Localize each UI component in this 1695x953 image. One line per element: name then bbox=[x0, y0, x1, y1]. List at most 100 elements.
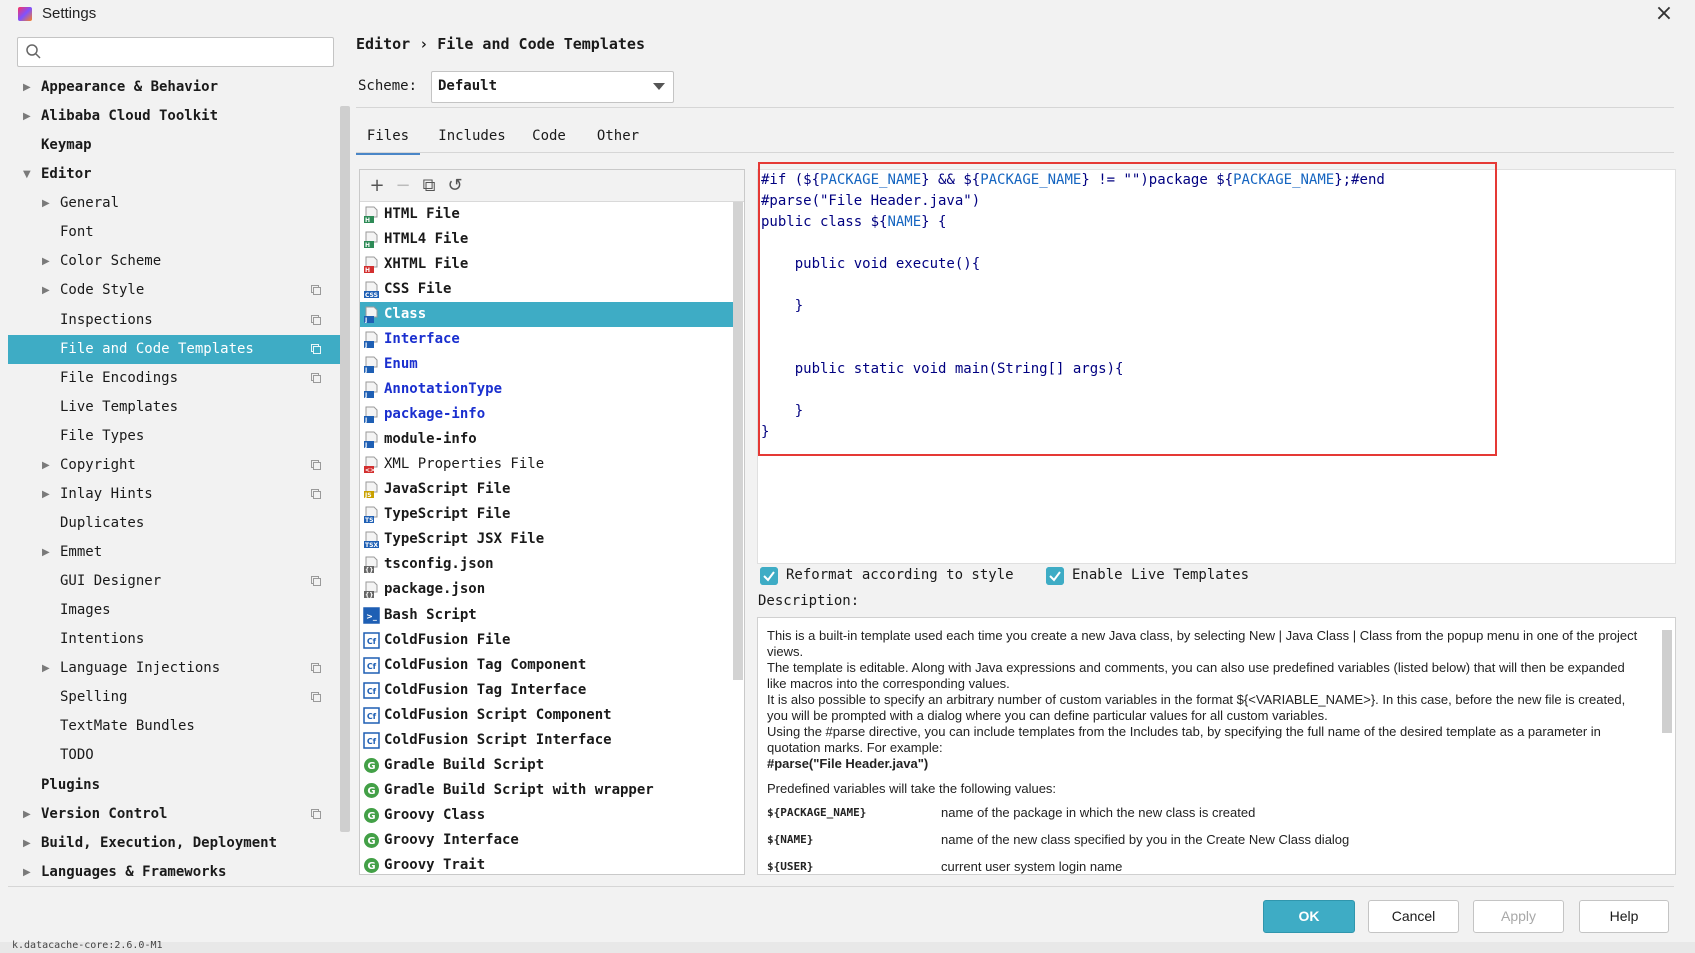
chevron-right-icon[interactable]: ▶ bbox=[23, 800, 31, 829]
sidebar-item-textmate-bundles[interactable]: TextMate Bundles bbox=[8, 712, 343, 741]
chevron-right-icon[interactable]: ▶ bbox=[42, 276, 50, 305]
sidebar-item-code-style[interactable]: ▶ Code Style bbox=[8, 276, 343, 305]
add-template-button[interactable]: + bbox=[366, 175, 388, 197]
template-item[interactable]: Cf ColdFusion File bbox=[360, 628, 744, 653]
sidebar-item-intentions[interactable]: Intentions bbox=[8, 625, 343, 654]
sidebar-item-build-execution-deployment[interactable]: ▶ Build, Execution, Deployment bbox=[8, 829, 343, 858]
sidebar-item-general[interactable]: ▶ General bbox=[8, 189, 343, 218]
sidebar-item-todo[interactable]: TODO bbox=[8, 741, 343, 770]
sidebar-item-file-encodings[interactable]: File Encodings bbox=[8, 364, 343, 393]
template-item[interactable]: J Class bbox=[360, 302, 743, 328]
template-item[interactable]: G Gradle Build Script bbox=[360, 753, 744, 778]
sidebar-item-version-control[interactable]: ▶ Version Control bbox=[8, 800, 343, 829]
sidebar-item-file-types[interactable]: File Types bbox=[8, 422, 343, 451]
sidebar-scrollbar[interactable] bbox=[340, 106, 350, 832]
remove-template-button[interactable]: − bbox=[392, 175, 414, 197]
sidebar-item-emmet[interactable]: ▶ Emmet bbox=[8, 538, 343, 567]
chevron-right-icon[interactable]: ▶ bbox=[42, 480, 50, 509]
java-file-icon: J bbox=[363, 381, 380, 399]
svg-text:J: J bbox=[364, 417, 367, 423]
settings-search-input[interactable] bbox=[17, 37, 334, 67]
template-item[interactable]: Jmodule-info bbox=[360, 427, 744, 452]
template-item[interactable]: J Enum bbox=[360, 352, 744, 377]
background-status-strip: k.datacache-core:2.6.0-M1 bbox=[0, 940, 1695, 953]
template-code-editor[interactable]: #if (${PACKAGE_NAME} && ${PACKAGE_NAME} … bbox=[757, 169, 1676, 564]
reset-template-button[interactable]: ↺ bbox=[444, 175, 466, 197]
sidebar-item-file-and-code-templates[interactable]: File and Code Templates bbox=[8, 334, 343, 364]
sidebar-item-font[interactable]: Font bbox=[8, 218, 343, 247]
help-button[interactable]: Help bbox=[1579, 900, 1669, 933]
sidebar-item-languages-frameworks[interactable]: ▶ Languages & Frameworks bbox=[8, 858, 343, 887]
sidebar-item-label: TODO bbox=[60, 747, 94, 764]
template-item[interactable]: Cf ColdFusion Tag Component bbox=[360, 653, 744, 678]
sidebar-item-inspections[interactable]: Inspections bbox=[8, 306, 343, 335]
code-line: #parse("File Header.java") bbox=[761, 193, 981, 209]
breadcrumb-parent[interactable]: Editor bbox=[356, 35, 410, 53]
template-item[interactable]: TSX TypeScript JSX File bbox=[360, 527, 744, 552]
scheme-dropdown[interactable]: Default bbox=[431, 71, 674, 103]
template-item[interactable]: H XHTML File bbox=[360, 252, 744, 277]
template-item[interactable]: {} package.json bbox=[360, 577, 744, 602]
sidebar-item-spelling[interactable]: Spelling bbox=[8, 683, 343, 712]
description-scrollbar[interactable] bbox=[1662, 630, 1672, 733]
sidebar-item-editor[interactable]: ▼ Editor bbox=[8, 160, 343, 189]
template-item[interactable]: G Groovy Interface bbox=[360, 828, 744, 853]
sidebar-item-alibaba-cloud-toolkit[interactable]: ▶ Alibaba Cloud Toolkit bbox=[8, 102, 343, 131]
chevron-right-icon[interactable]: ▶ bbox=[23, 73, 31, 102]
copy-template-button[interactable]: ⧉ bbox=[418, 175, 440, 197]
chevron-right-icon[interactable]: ▶ bbox=[23, 102, 31, 131]
settings-tree: ▶ Appearance & Behavior ▶ Alibaba Cloud Too… bbox=[8, 73, 343, 887]
template-item[interactable]: {} tsconfig.json bbox=[360, 552, 744, 577]
tab-includes[interactable]: Includes bbox=[427, 122, 517, 152]
sidebar-item-plugins[interactable]: Plugins bbox=[8, 771, 343, 800]
reformat-checkbox[interactable]: Reformat according to style bbox=[760, 567, 1014, 587]
sidebar-item-images[interactable]: Images bbox=[8, 596, 343, 625]
svg-text:G: G bbox=[367, 811, 375, 822]
chevron-right-icon[interactable]: ▶ bbox=[42, 451, 50, 480]
cancel-button[interactable]: Cancel bbox=[1368, 900, 1459, 933]
template-item[interactable]: Cf ColdFusion Tag Interface bbox=[360, 678, 744, 703]
template-item[interactable]: TS TypeScript File bbox=[360, 502, 744, 527]
sidebar-item-language-injections[interactable]: ▶ Language Injections bbox=[8, 654, 343, 683]
template-item[interactable]: H HTML4 File bbox=[360, 227, 744, 252]
template-item[interactable]: J AnnotationType bbox=[360, 377, 744, 402]
template-item[interactable]: G Gradle Build Script with wrapper bbox=[360, 778, 744, 803]
variable-desc: current user system login name bbox=[941, 859, 1123, 874]
sidebar-item-keymap[interactable]: Keymap bbox=[8, 131, 343, 160]
sidebar-item-label: Color Scheme bbox=[60, 253, 162, 270]
sidebar-item-gui-designer[interactable]: GUI Designer bbox=[8, 567, 343, 596]
breadcrumb: Editor › File and Code Templates bbox=[356, 35, 645, 53]
chevron-right-icon[interactable]: ▶ bbox=[42, 189, 50, 218]
template-item[interactable]: H HTML File bbox=[360, 202, 744, 227]
chevron-right-icon[interactable]: ▶ bbox=[23, 858, 31, 887]
chevron-right-icon[interactable]: ▶ bbox=[42, 538, 50, 567]
template-item[interactable]: G Groovy Trait bbox=[360, 853, 744, 878]
enable-live-templates-checkbox[interactable]: Enable Live Templates bbox=[1046, 567, 1266, 587]
tab-other[interactable]: Other bbox=[588, 122, 648, 152]
sidebar-item-copyright[interactable]: ▶ Copyright bbox=[8, 451, 343, 480]
template-item[interactable]: G Groovy Class bbox=[360, 803, 744, 828]
tab-code[interactable]: Code bbox=[524, 122, 574, 152]
chevron-down-icon[interactable]: ▼ bbox=[23, 160, 31, 189]
template-item[interactable]: JS JavaScript File bbox=[360, 477, 744, 502]
ok-button[interactable]: OK bbox=[1263, 900, 1355, 933]
template-item[interactable]: <> XML Properties File bbox=[360, 452, 744, 477]
sidebar-item-duplicates[interactable]: Duplicates bbox=[8, 509, 343, 538]
template-item[interactable]: CSS CSS File bbox=[360, 277, 744, 302]
template-item[interactable]: >_ Bash Script bbox=[360, 603, 744, 628]
template-item[interactable]: J Interface bbox=[360, 327, 744, 352]
template-item[interactable]: Jpackage-info bbox=[360, 402, 744, 427]
template-item[interactable]: Cf ColdFusion Script Interface bbox=[360, 728, 744, 753]
sidebar-item-color-scheme[interactable]: ▶ Color Scheme bbox=[8, 247, 343, 276]
chevron-right-icon[interactable]: ▶ bbox=[42, 654, 50, 683]
template-list-scrollbar[interactable] bbox=[733, 202, 743, 680]
sidebar-item-inlay-hints[interactable]: ▶ Inlay Hints bbox=[8, 480, 343, 509]
chevron-right-icon[interactable]: ▶ bbox=[23, 829, 31, 858]
close-button[interactable]: × bbox=[1652, 2, 1676, 26]
tab-files[interactable]: Files bbox=[356, 122, 420, 155]
sidebar-item-live-templates[interactable]: Live Templates bbox=[8, 393, 343, 422]
template-item[interactable]: Cf ColdFusion Script Component bbox=[360, 703, 744, 728]
apply-button[interactable]: Apply bbox=[1473, 900, 1564, 933]
sidebar-item-appearance-behavior[interactable]: ▶ Appearance & Behavior bbox=[8, 73, 343, 102]
chevron-right-icon[interactable]: ▶ bbox=[42, 247, 50, 276]
